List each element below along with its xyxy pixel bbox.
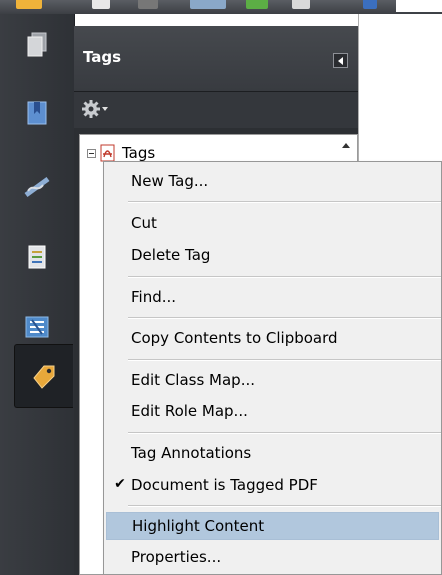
tag-context-menu: New Tag... Cut Delete Tag Find... Copy C… (103, 161, 442, 575)
signatures-icon (24, 176, 50, 198)
menu-item-edit-role-map[interactable]: Edit Role Map... (106, 397, 439, 425)
chevron-down-icon (102, 107, 108, 111)
menu-separator (128, 505, 441, 507)
bookmarks-icon (27, 101, 47, 125)
toolbar-window-icon[interactable] (190, 0, 226, 9)
menu-item-delete-tag[interactable]: Delete Tag (106, 241, 439, 269)
tags-panel-header: Tags (74, 26, 358, 92)
pdf-tag-icon (100, 144, 115, 162)
collapse-panel-button[interactable] (333, 53, 348, 68)
menu-item-document-is-tagged[interactable]: ✔ Document is Tagged PDF (106, 471, 439, 499)
toolbar-search-field[interactable] (396, 0, 442, 12)
content-icon (28, 245, 46, 269)
navigation-pane (0, 14, 75, 575)
menu-separator (128, 432, 441, 434)
gear-icon (82, 100, 100, 118)
content-button[interactable] (14, 232, 60, 282)
menu-item-highlight-content[interactable]: Highlight Content (106, 512, 439, 540)
order-icon (25, 316, 49, 338)
menu-separator (128, 317, 441, 319)
tags-button[interactable] (14, 344, 73, 408)
menu-item-edit-class-map[interactable]: Edit Class Map... (106, 366, 439, 394)
tree-root-item[interactable]: Tags (87, 144, 155, 162)
menu-item-copy-contents[interactable]: Copy Contents to Clipboard (106, 324, 439, 352)
menu-separator (128, 201, 441, 203)
menu-item-properties[interactable]: Properties... (106, 543, 439, 571)
menu-separator (128, 359, 441, 361)
top-toolbar (0, 0, 442, 14)
tree-root-label: Tags (122, 144, 156, 162)
menu-item-tag-annotations[interactable]: Tag Annotations (106, 439, 439, 467)
tags-icon (33, 365, 55, 389)
panel-title: Tags (83, 48, 122, 66)
toolbar-tool-icon[interactable] (292, 0, 310, 9)
toolbar-create-icon[interactable] (16, 0, 42, 9)
toolbar-share-icon[interactable] (246, 0, 268, 9)
toolbar-dropdown-icon[interactable] (363, 0, 377, 9)
menu-item-cut[interactable]: Cut (106, 209, 439, 237)
pages-button[interactable] (14, 20, 60, 70)
menu-item-find[interactable]: Find... (106, 283, 439, 311)
menu-separator (128, 276, 441, 278)
triangle-left-icon (337, 56, 343, 65)
toolbar-blank-icon[interactable] (138, 0, 158, 9)
scroll-up-button[interactable] (339, 138, 353, 152)
checkmark-icon: ✔ (114, 476, 126, 492)
menu-item-new-tag[interactable]: New Tag... (106, 167, 439, 195)
options-bar (74, 92, 358, 128)
pages-icon (27, 32, 47, 57)
menu-item-document-is-tagged-label: Document is Tagged PDF (131, 476, 318, 494)
bookmarks-button[interactable] (14, 88, 60, 138)
collapse-toggle-icon[interactable] (87, 148, 96, 158)
options-menu-button[interactable] (82, 100, 108, 118)
scroll-up-icon (342, 142, 350, 148)
toolbar-document-icon[interactable] (92, 0, 110, 9)
signatures-button[interactable] (14, 162, 60, 212)
